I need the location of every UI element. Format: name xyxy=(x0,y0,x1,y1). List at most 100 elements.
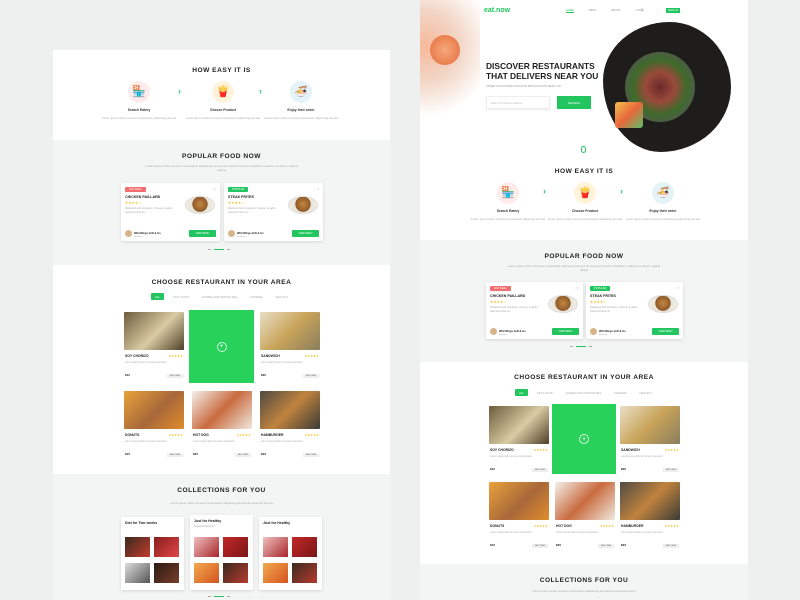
heart-icon[interactable]: ♡ ✕ xyxy=(673,286,679,290)
restaurant-card[interactable]: SOY CHORIZO ★★★★★ Lorem ipsum dolor sit … xyxy=(124,312,184,385)
logo[interactable]: eat.now xyxy=(484,7,510,14)
carousel-dots[interactable] xyxy=(208,249,230,251)
chevron-right-icon: › xyxy=(178,86,181,96)
item-name: HAMBURGER xyxy=(261,433,284,437)
search-button[interactable]: SEARCH xyxy=(557,96,591,109)
food-image xyxy=(548,295,578,313)
food-image xyxy=(648,295,678,313)
item-name: SOY CHORIZO xyxy=(125,354,149,358)
heart-icon[interactable]: ♡ ✕ xyxy=(573,286,579,290)
rating: ★★★★☆ xyxy=(125,201,142,205)
item-desc: Lorem ipsum dolor sit amet consectetur xyxy=(261,361,303,364)
item-price: $10 xyxy=(125,373,131,377)
nav-menu[interactable]: MENU xyxy=(589,9,597,13)
food-card[interactable]: POPULAR ♡ ✕ STEAK FRITES ★★★★☆ Flattened… xyxy=(224,183,323,241)
heart-icon[interactable]: ♡ ✕ xyxy=(313,187,319,191)
rating: ★★★★★ xyxy=(664,448,679,452)
collection-card[interactable]: Just for Healthy xyxy=(259,517,322,590)
nav-home[interactable]: HOME xyxy=(566,9,574,13)
tab-fast-food[interactable]: FAST FOOD xyxy=(533,389,557,396)
rating: ★★★★★ xyxy=(599,524,614,528)
add-item-button[interactable]: ADD ITEM xyxy=(303,373,319,378)
add-item-button[interactable]: ADD ITEM xyxy=(532,543,548,548)
restaurant-card[interactable]: SOY CHORIZO ★★★★★ Lorem ipsum dolor sit … xyxy=(489,406,549,479)
add-item-button[interactable]: ADD ITEM xyxy=(167,452,183,457)
restaurant-card[interactable]: DONUTS ★★★★★ Lorem ipsum dolor sit amet … xyxy=(124,391,184,464)
add-item-button[interactable]: ADD ITEM xyxy=(663,543,679,548)
hero-title-line2: THAT DELIVERS NEAR YOU xyxy=(486,71,599,81)
heart-icon[interactable]: ♡ ✕ xyxy=(210,187,216,191)
food-card[interactable]: HOT DEAL ♡ ✕ CHICKEN PAILLARD ★★★★☆ Flat… xyxy=(486,282,583,339)
address-input[interactable]: Enter The Delivery Address xyxy=(486,96,550,109)
nav-brand[interactable]: BRAND xyxy=(611,9,620,13)
food-name: CHICKEN PAILLARD xyxy=(125,195,161,199)
food-card[interactable]: POPULAR ♡ ✕ STEAK FRITES ★★★★☆ Flattened… xyxy=(586,282,683,339)
step-search: 🏪 Search Eatery Lorem ipsum dolor sit am… xyxy=(470,182,546,221)
restaurant-card[interactable]: HAMBURGER ★★★★★ Lorem ipsum dolor sit am… xyxy=(260,391,320,464)
item-desc: Lorem ipsum dolor sit amet consectetur xyxy=(556,531,598,534)
rating: ★★★★★ xyxy=(168,433,183,437)
carousel-dots[interactable] xyxy=(208,596,230,598)
food-image xyxy=(185,196,215,214)
add-restaurant-tile[interactable]: + xyxy=(552,404,616,474)
food-card[interactable]: HOT DEAL ♡ ✕ CHICKEN PAILLARD ★★★★☆ Flat… xyxy=(121,183,220,241)
item-desc: Lorem ipsum dolor sit amet consectetur xyxy=(125,361,167,364)
restaurant-card[interactable]: DONUTS ★★★★★ Lorem ipsum dolor sit amet … xyxy=(489,482,549,555)
rating: ★★★★☆ xyxy=(490,300,507,304)
tab-healthy[interactable]: HEALTHY xyxy=(272,293,293,300)
collection-title: Just for Healthy xyxy=(263,521,291,525)
signup-button[interactable]: SIGN UP xyxy=(666,8,680,13)
view-menu-button[interactable]: VIEW MENU xyxy=(292,230,319,237)
tab-dairies[interactable]: DAIRIES AND SMOOTHIES xyxy=(198,293,241,300)
category-tabs[interactable]: ALL FAST FOOD DAIRIES AND SMOOTHIES CHIN… xyxy=(515,389,656,396)
add-item-button[interactable]: ADD ITEM xyxy=(532,467,548,472)
restaurant-card[interactable]: SANDWICH ★★★★★ Lorem ipsum dolor sit ame… xyxy=(260,312,320,385)
item-desc: Lorem ipsum dolor sit amet consectetur xyxy=(125,440,167,443)
view-menu-button[interactable]: VIEW MENU xyxy=(552,328,579,335)
category-tabs[interactable]: ALL FAST FOOD DAIRIES AND SMOOTHIES CHIN… xyxy=(151,293,292,300)
restaurants-title: CHOOSE RESTAURANT IN YOUR AREA xyxy=(514,374,654,381)
left-page-preview: HOW EASY IT IS 🏪 Search Eatery Lorem ips… xyxy=(53,50,390,600)
cart-icon[interactable]: ▯ xyxy=(641,7,643,12)
add-item-button[interactable]: ADD ITEM xyxy=(303,452,319,457)
scroll-down-icon[interactable] xyxy=(581,146,586,153)
food-image xyxy=(489,482,549,520)
thumb xyxy=(223,537,248,557)
restaurant-card[interactable]: SANDWICH ★★★★★ Lorem ipsum dolor sit ame… xyxy=(620,406,680,479)
tab-chinese[interactable]: CHINESE xyxy=(610,389,630,396)
step-choose: 🍟 Choose Product Lorem ipsum dolor sit a… xyxy=(547,182,623,221)
food-image xyxy=(620,406,680,444)
tab-healthy[interactable]: HEALTHY xyxy=(636,389,657,396)
view-menu-button[interactable]: VIEW MENU xyxy=(652,328,679,335)
fries-icon: 🍟 xyxy=(212,81,234,103)
store-icon: 🏪 xyxy=(128,81,150,103)
food-name: CHICKEN PAILLARD xyxy=(490,294,526,298)
item-name: DONUTS xyxy=(125,433,140,437)
badge: POPULAR xyxy=(228,187,249,192)
tab-all[interactable]: ALL xyxy=(515,389,528,396)
add-item-button[interactable]: ADD ITEM xyxy=(235,452,251,457)
food-image xyxy=(124,312,184,350)
add-item-button[interactable]: ADD ITEM xyxy=(167,373,183,378)
fries-icon: 🍟 xyxy=(574,182,596,204)
tab-dairies[interactable]: DAIRIES AND SMOOTHIES xyxy=(562,389,605,396)
collection-card[interactable]: Just for Healthy Featured Recipes xyxy=(190,515,253,590)
add-restaurant-tile[interactable]: + xyxy=(189,310,254,383)
add-item-button[interactable]: ADD ITEM xyxy=(663,467,679,472)
food-image xyxy=(260,391,320,429)
add-item-button[interactable]: ADD ITEM xyxy=(598,543,614,548)
food-image xyxy=(260,312,320,350)
food-image xyxy=(620,482,680,520)
tab-chinese[interactable]: CHINESE xyxy=(246,293,266,300)
restaurant-card[interactable]: HOT DOG ★★★★★ Lorem ipsum dolor sit amet… xyxy=(555,482,615,555)
tab-all[interactable]: ALL xyxy=(151,293,164,300)
chevron-right-icon: › xyxy=(543,186,546,196)
view-menu-button[interactable]: VIEW MENU xyxy=(189,230,216,237)
restaurant-card[interactable]: HOT DOG ★★★★★ Lorem ipsum dolor sit amet… xyxy=(192,391,252,464)
badge: POPULAR xyxy=(590,286,611,291)
restaurant-card[interactable]: HAMBURGER ★★★★★ Lorem ipsum dolor sit am… xyxy=(620,482,680,555)
collection-card[interactable]: Diet for Two weeks xyxy=(121,517,184,590)
carousel-dots[interactable] xyxy=(570,346,592,348)
item-price: $15 xyxy=(125,452,131,456)
tab-fast-food[interactable]: FAST FOOD xyxy=(169,293,193,300)
